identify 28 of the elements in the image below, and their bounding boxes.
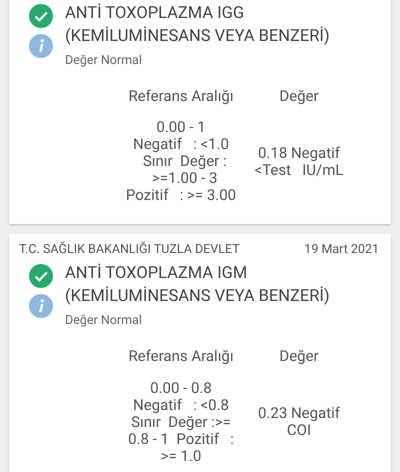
result-date: 19 Mart 2021 xyxy=(304,241,380,260)
reference-range-line: Negatif : <0.8 xyxy=(133,396,229,414)
result-note: Değer Normal xyxy=(65,52,143,70)
column-header: Referans Aralığı xyxy=(127,346,235,367)
result-card[interactable]: ANTİ TOXOPLAZMA IGG (KEMİLUMİNESANS VEYA BENZERİ) Değer Normal Referans Aralığı Değer 0.00 - 1 Negatif : <1.0 Sınır Değer : >=1.00 - 3 Pozitif : >= 3.00 0.18 Negatif <Test IU/mL xyxy=(9,0,391,224)
info-icon[interactable] xyxy=(29,294,53,318)
reference-range-line: 0.00 - 0.8 xyxy=(150,380,212,396)
reference-range-line: Pozitif : >= 3.00 xyxy=(126,187,236,204)
reference-range-line: Sınır Değer :>= xyxy=(131,414,231,430)
result-card[interactable] xyxy=(9,234,391,472)
column-header: Değer xyxy=(278,86,320,107)
reference-range-line: >= 1.0 xyxy=(160,448,202,464)
hospital-name: T.C. SAĞLIK BAKANLIĞI TUZLA DEVLET xyxy=(19,240,240,260)
reference-range-line: 0.8 - 1 Pozitif : xyxy=(128,430,234,448)
reference-range-line: >=1.00 - 3 xyxy=(151,170,218,188)
result-value-line: <Test IU/mL xyxy=(254,162,344,179)
reference-range-line: 0.00 - 1 xyxy=(156,119,206,136)
column-header: Değer xyxy=(278,346,320,367)
info-icon[interactable] xyxy=(29,34,53,58)
column-header: Referans Aralığı xyxy=(127,86,235,107)
result-value-line: 0.18 Negatif xyxy=(258,144,340,162)
test-title: ANTİ TOXOPLAZMA IGG (KEMİLUMİNESANS VEYA BENZERİ) xyxy=(65,2,331,48)
test-title: ANTİ TOXOPLAZMA IGM (KEMİLUMİNESANS VEYA BENZERİ) xyxy=(65,262,331,308)
result-value-line: 0.23 Negatif xyxy=(258,405,340,422)
result-note: Değer Normal xyxy=(65,312,143,330)
reference-range-line: Negatif : <1.0 xyxy=(133,136,229,154)
result-value-line: COI xyxy=(286,422,312,439)
reference-range-line: Sınır Değer : xyxy=(142,153,227,170)
